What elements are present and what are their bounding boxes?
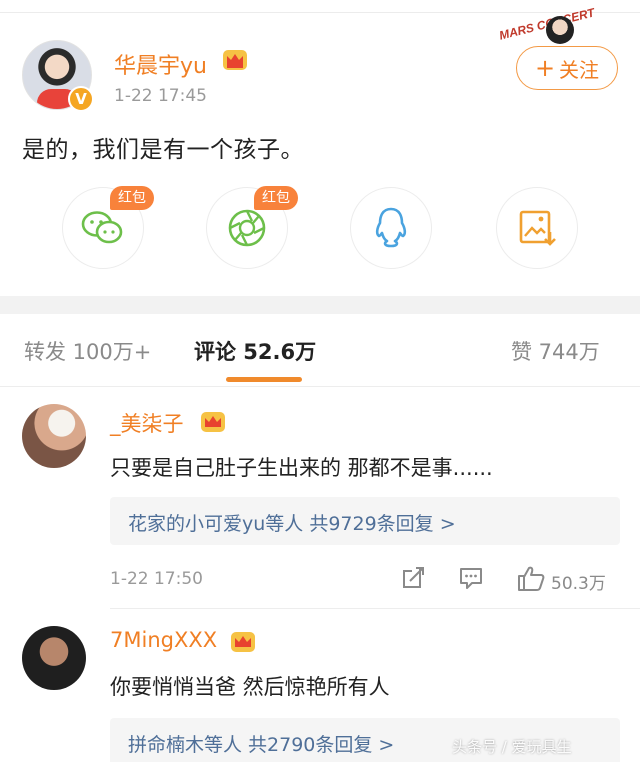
moments-icon [228,209,266,247]
active-tab-indicator [226,377,302,382]
plus-icon: + [534,54,556,82]
comment-icon[interactable] [458,565,484,591]
follow-button[interactable]: + 关注 [516,46,618,90]
like-count: 50.3万 [551,574,606,594]
comment-text: 你要悄悄当爸 然后惊艳所有人 [110,675,390,699]
watermark: 头条号 / 爱玩具生 [452,738,572,756]
section-separator [0,296,640,314]
comment-divider [110,608,640,609]
commenter-name[interactable]: 7MingXXX [110,628,217,652]
top-divider [0,12,640,13]
tab-repost[interactable]: 转发 100万+ [24,336,151,366]
verified-badge-icon: V [68,86,94,112]
redpack-badge-wechat: 红包 [110,186,154,210]
concert-logo: MARS CONCERT [498,5,618,46]
commenter-avatar[interactable] [22,626,86,690]
crown-icon [223,50,247,70]
share-qq-button[interactable] [350,187,432,269]
post-time: 1-22 17:45 [114,86,207,106]
comment-time: 1-22 17:50 [110,569,203,589]
commenter-name[interactable]: _美柒子 [110,408,184,438]
crown-icon [231,632,255,652]
repost-icon[interactable] [400,565,426,591]
qq-icon [375,207,407,248]
author-name[interactable]: 华晨宇yu [114,48,207,80]
redpack-badge-moments: 红包 [254,186,298,210]
replies-box[interactable]: 花家的小可爱yu等人 共9729条回复 > [110,497,620,545]
wechat-icon [81,211,123,244]
comment-text: 只要是自己肚子生出来的 那都不是事...... [110,456,493,480]
tab-likes[interactable]: 赞 744万 [511,336,600,366]
commenter-avatar[interactable] [22,404,86,468]
like-icon[interactable] [516,563,546,593]
save-image-icon [519,210,556,246]
tabs-divider [0,386,640,387]
crown-icon [201,412,225,432]
replies-link[interactable]: 拼命楠木等人 共2790条回复 > [128,730,394,757]
follow-label: 关注 [559,57,600,82]
replies-link[interactable]: 花家的小可爱yu等人 共9729条回复 > [128,509,456,536]
post-content: 是的，我们是有一个孩子。 [22,137,304,163]
concert-logo-avatar [546,16,574,44]
tab-comments[interactable]: 评论 52.6万 [194,336,316,366]
share-save-image-button[interactable] [496,187,578,269]
